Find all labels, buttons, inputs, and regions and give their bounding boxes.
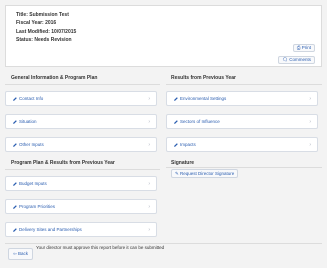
- section-divider: [5, 169, 160, 170]
- chevron-right-icon: ›: [148, 142, 150, 148]
- pencil-icon: [174, 143, 178, 147]
- comments-button[interactable]: 🗨 Comments: [278, 56, 315, 64]
- item-other-inputs[interactable]: Other Inputs ›: [5, 137, 157, 152]
- item-label: Budget Inputs: [19, 181, 47, 186]
- pencil-icon: [13, 228, 17, 232]
- section-title-results: Results from Previous Year: [171, 75, 236, 81]
- footer-divider: [5, 243, 322, 244]
- section-divider: [5, 84, 160, 85]
- item-delivery-sites[interactable]: Delivery Sites and Partnerships ›: [5, 222, 157, 237]
- pencil-icon: [174, 120, 178, 124]
- item-label: Contact Info: [19, 96, 44, 101]
- chevron-right-icon: ›: [309, 119, 311, 125]
- chevron-right-icon: ›: [309, 96, 311, 102]
- approval-note: Your director must approve this report b…: [36, 245, 165, 250]
- item-label: Sectors of Influence: [180, 119, 220, 124]
- pencil-icon: [13, 143, 17, 147]
- report-fiscal-year: Fiscal Year: 2016: [16, 20, 57, 26]
- pencil-icon: [13, 97, 17, 101]
- item-label: Other Inputs: [19, 142, 44, 147]
- item-label: Delivery Sites and Partnerships: [19, 227, 82, 232]
- request-director-signature-button[interactable]: ✎ Request Director Signature: [171, 169, 239, 178]
- report-status: Status: Needs Revision: [16, 37, 72, 43]
- item-impacts[interactable]: Impacts ›: [166, 137, 318, 152]
- report-info-panel: Title: Submission Test Fiscal Year: 2016…: [5, 5, 322, 67]
- back-button[interactable]: ⇦ Back: [8, 248, 34, 260]
- pencil-icon: [13, 182, 17, 186]
- item-label: Situation: [19, 119, 37, 124]
- item-label: Program Priorities: [19, 204, 56, 209]
- pencil-icon: [174, 97, 178, 101]
- item-sectors-of-influence[interactable]: Sectors of Influence ›: [166, 114, 318, 129]
- chevron-right-icon: ›: [148, 96, 150, 102]
- item-program-priorities[interactable]: Program Priorities ›: [5, 199, 157, 214]
- chevron-right-icon: ›: [309, 142, 311, 148]
- item-label: Environmental Settings: [180, 96, 227, 101]
- chevron-right-icon: ›: [148, 204, 150, 210]
- item-budget-inputs[interactable]: Budget Inputs ›: [5, 176, 157, 191]
- pencil-icon: [13, 205, 17, 209]
- pencil-icon: [13, 120, 17, 124]
- print-button[interactable]: ⎙ Print: [292, 44, 315, 52]
- item-environmental-settings[interactable]: Environmental Settings ›: [166, 91, 318, 106]
- item-contact-info[interactable]: Contact Info ›: [5, 91, 157, 106]
- item-label: Impacts: [180, 142, 196, 147]
- report-title: Title: Submission Test: [16, 12, 69, 18]
- item-situation[interactable]: Situation ›: [5, 114, 157, 129]
- chevron-right-icon: ›: [148, 181, 150, 187]
- section-title-general-info: General Information & Program Plan: [11, 75, 98, 81]
- section-divider: [166, 84, 322, 85]
- section-title-signature: Signature: [171, 160, 195, 166]
- section-divider: [166, 167, 322, 168]
- report-last-modified: Last Modified: 10/07/2015: [16, 29, 77, 35]
- section-title-program-plan: Program Plan & Results from Previous Yea…: [11, 160, 115, 166]
- chevron-right-icon: ›: [148, 119, 150, 125]
- chevron-right-icon: ›: [148, 227, 150, 233]
